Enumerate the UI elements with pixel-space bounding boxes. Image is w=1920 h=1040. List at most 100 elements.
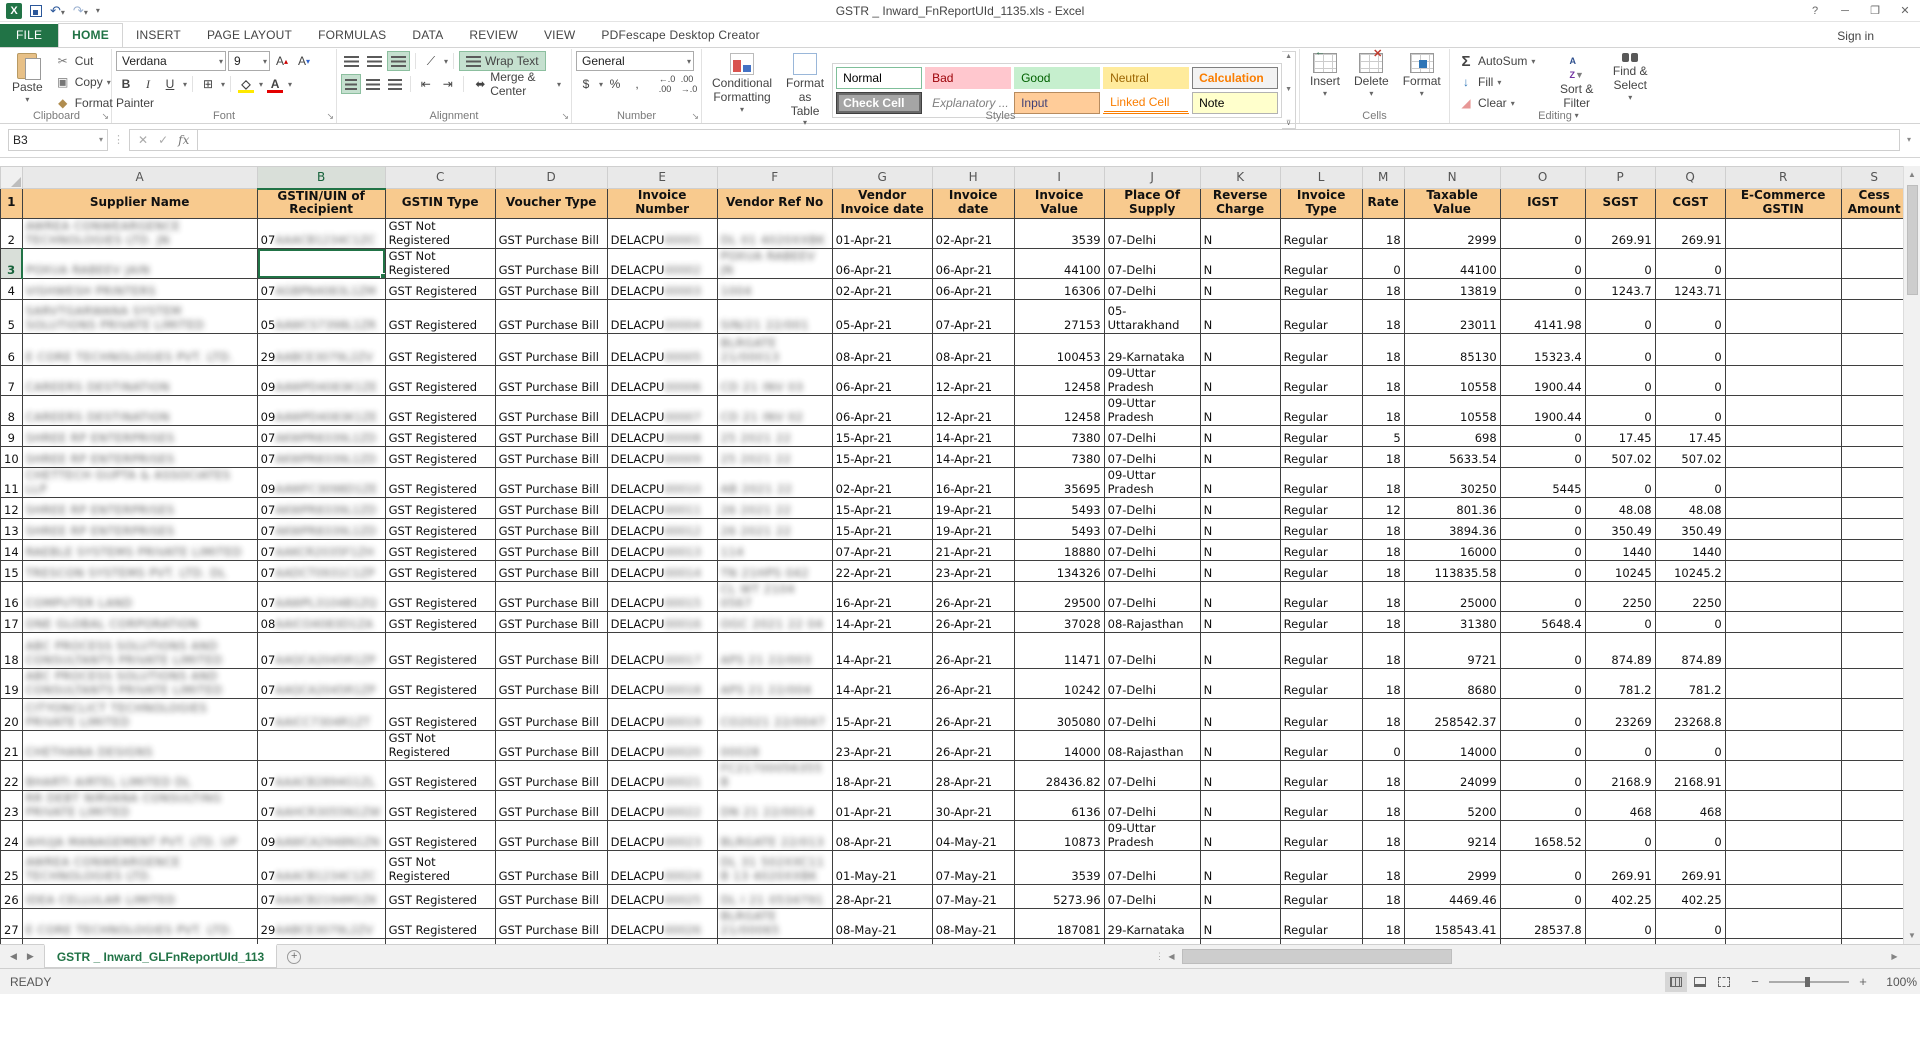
cell-vendor-invoice-date[interactable]: 08-May-21 <box>832 909 932 939</box>
cell-vendor-invoice-date[interactable]: 06-Apr-21 <box>832 396 932 426</box>
cell-vendor-ref[interactable]: CL WT 2104 0567 <box>717 582 832 612</box>
cell-invoice-type[interactable]: Regular <box>1280 426 1362 447</box>
cell-ecommerce-gstin[interactable] <box>1725 761 1841 791</box>
cell-cess-amount[interactable] <box>1841 426 1907 447</box>
cell-igst[interactable]: 1900.44 <box>1500 396 1585 426</box>
cell-vendor-invoice-date[interactable]: 02-Apr-21 <box>832 468 932 498</box>
sheet-nav-left-icon[interactable]: ◀ <box>10 951 17 962</box>
row-header-4[interactable]: 4 <box>1 279 23 300</box>
cell-voucher-type[interactable]: GST Purchase Bill <box>495 612 607 633</box>
row-header-10[interactable]: 10 <box>1 447 23 468</box>
cell-vendor-invoice-date[interactable]: 15-Apr-21 <box>832 498 932 519</box>
cell-gstin[interactable]: 07AAECJ3055R1ZD <box>257 939 385 944</box>
cell-invoice-date[interactable]: 08-Apr-21 <box>932 334 1014 366</box>
ribbon-tab-insert[interactable]: INSERT <box>123 24 194 47</box>
scroll-left-icon[interactable]: ◀ <box>1163 952 1180 961</box>
cell-voucher-type[interactable]: GST Purchase Bill <box>495 885 607 909</box>
cell-gstin-type[interactable]: GST Registered <box>385 582 495 612</box>
row-header-13[interactable]: 13 <box>1 519 23 540</box>
column-header-c[interactable]: C <box>385 167 495 189</box>
field-header-a[interactable]: Supplier Name <box>22 189 257 219</box>
font-family-select[interactable]: Verdana▾ <box>116 51 226 71</box>
cell-invoice-number[interactable]: DELACPU00018 <box>607 669 717 699</box>
field-header-l[interactable]: Invoice Type <box>1280 189 1362 219</box>
cell-igst[interactable]: 0 <box>1500 447 1585 468</box>
cell-place-of-supply[interactable]: 07-Delhi <box>1104 885 1200 909</box>
cell-invoice-date[interactable]: 26-Apr-21 <box>932 633 1014 669</box>
cell-igst[interactable]: 0 <box>1500 851 1585 885</box>
row-header-28[interactable]: 28 <box>1 939 23 944</box>
cell-invoice-number[interactable]: DELACPU00017 <box>607 633 717 669</box>
page-layout-view-button[interactable] <box>1689 972 1711 992</box>
cell-gstin-type[interactable]: GST Not Registered <box>385 219 495 249</box>
cell-invoice-date[interactable]: 19-Apr-21 <box>932 498 1014 519</box>
cell-voucher-type[interactable]: GST Purchase Bill <box>495 519 607 540</box>
cell-cgst[interactable]: 23268.8 <box>1655 699 1725 731</box>
cell-cess-amount[interactable] <box>1841 540 1907 561</box>
cell-taxable-value[interactable]: 14000 <box>1404 731 1500 761</box>
cell-ecommerce-gstin[interactable] <box>1725 699 1841 731</box>
cell-voucher-type[interactable]: GST Purchase Bill <box>495 219 607 249</box>
middle-align-button[interactable] <box>364 51 385 71</box>
field-header-p[interactable]: SGST <box>1585 189 1655 219</box>
cell-place-of-supply[interactable]: 29-Karnataka <box>1104 909 1200 939</box>
field-header-m[interactable]: Rate <box>1362 189 1404 219</box>
minimize-button[interactable]: ─ <box>1830 0 1860 21</box>
cell-gstin-type[interactable]: GST Registered <box>385 300 495 334</box>
cell-voucher-type[interactable]: GST Purchase Bill <box>495 582 607 612</box>
cell-sgst[interactable]: 781.2 <box>1585 669 1655 699</box>
cell-vendor-invoice-date[interactable]: 15-Apr-21 <box>832 519 932 540</box>
cell-invoice-value[interactable]: 16306 <box>1014 279 1104 300</box>
cell-igst[interactable]: 28537.8 <box>1500 909 1585 939</box>
cell-supplier-name[interactable]: ABC PROCESS SOLUTIONS AND CONSULTANTS PR… <box>22 633 257 669</box>
cell-rate[interactable]: 18 <box>1362 519 1404 540</box>
column-header-g[interactable]: G <box>832 167 932 189</box>
cell-vendor-invoice-date[interactable]: 06-Apr-21 <box>832 366 932 396</box>
cell-ecommerce-gstin[interactable] <box>1725 612 1841 633</box>
cell-gstin[interactable]: 07AAWPL3104B1ZQ <box>257 582 385 612</box>
cell-invoice-number[interactable]: DELACPU00027 <box>607 939 717 944</box>
field-header-d[interactable]: Voucher Type <box>495 189 607 219</box>
cell-igst[interactable]: 0 <box>1500 540 1585 561</box>
cell-taxable-value[interactable]: 698 <box>1404 426 1500 447</box>
cell-igst[interactable]: 4141.98 <box>1500 300 1585 334</box>
cell-gstin[interactable]: 29AABCE3079L2ZV <box>257 334 385 366</box>
cell-invoice-type[interactable]: Regular <box>1280 279 1362 300</box>
cell-invoice-value[interactable]: 37028 <box>1014 612 1104 633</box>
cell-gstin-type[interactable]: GST Registered <box>385 885 495 909</box>
cell-vendor-ref[interactable]: 26 2021 22 <box>717 519 832 540</box>
cell-invoice-value[interactable]: 27153 <box>1014 300 1104 334</box>
cell-reverse-charge[interactable]: N <box>1200 334 1280 366</box>
cell-vendor-ref[interactable]: 26 2021 22 <box>717 498 832 519</box>
cell-invoice-type[interactable]: Regular <box>1280 447 1362 468</box>
cell-rate[interactable]: 18 <box>1362 468 1404 498</box>
cell-cess-amount[interactable] <box>1841 633 1907 669</box>
cell-gstin[interactable]: 07AKWPR8339L1ZD <box>257 447 385 468</box>
cell-reverse-charge[interactable]: N <box>1200 761 1280 791</box>
cell-vendor-ref[interactable]: SIN/21 22/001 <box>717 300 832 334</box>
horizontal-scrollbar[interactable]: ◀ ▶ <box>1163 945 1903 968</box>
column-header-l[interactable]: L <box>1280 167 1362 189</box>
cell-invoice-value[interactable]: 3539 <box>1014 851 1104 885</box>
page-break-view-button[interactable] <box>1713 972 1735 992</box>
cell-invoice-value[interactable]: 10242 <box>1014 669 1104 699</box>
cell-vendor-invoice-date[interactable]: 14-Apr-21 <box>832 612 932 633</box>
cell-vendor-invoice-date[interactable]: 23-Apr-21 <box>832 731 932 761</box>
cell-reverse-charge[interactable]: N <box>1200 279 1280 300</box>
cell-cgst[interactable]: 0 <box>1655 366 1725 396</box>
cell-igst[interactable]: 0 <box>1500 699 1585 731</box>
cell-sgst[interactable]: 0 <box>1585 612 1655 633</box>
cell-cess-amount[interactable] <box>1841 669 1907 699</box>
field-header-f[interactable]: Vendor Ref No <box>717 189 832 219</box>
cell-supplier-name[interactable]: AWREA CONWEARGENCE TECHNOLOGIES LTD. <box>22 851 257 885</box>
cell-invoice-number[interactable]: DELACPU00001 <box>607 219 717 249</box>
vertical-scrollbar[interactable]: ▲ ▼ <box>1903 166 1920 944</box>
cell-vendor-ref[interactable]: 1004 <box>717 279 832 300</box>
cell-gstin[interactable]: 07AAKCR2035F1ZH <box>257 540 385 561</box>
cell-invoice-type[interactable]: Regular <box>1280 633 1362 669</box>
cell-place-of-supply[interactable]: 07-Delhi <box>1104 851 1200 885</box>
cell-invoice-type[interactable]: Regular <box>1280 396 1362 426</box>
cell-rate[interactable]: 18 <box>1362 279 1404 300</box>
cell-invoice-number[interactable]: DELACPU00020 <box>607 731 717 761</box>
cell-cess-amount[interactable] <box>1841 498 1907 519</box>
